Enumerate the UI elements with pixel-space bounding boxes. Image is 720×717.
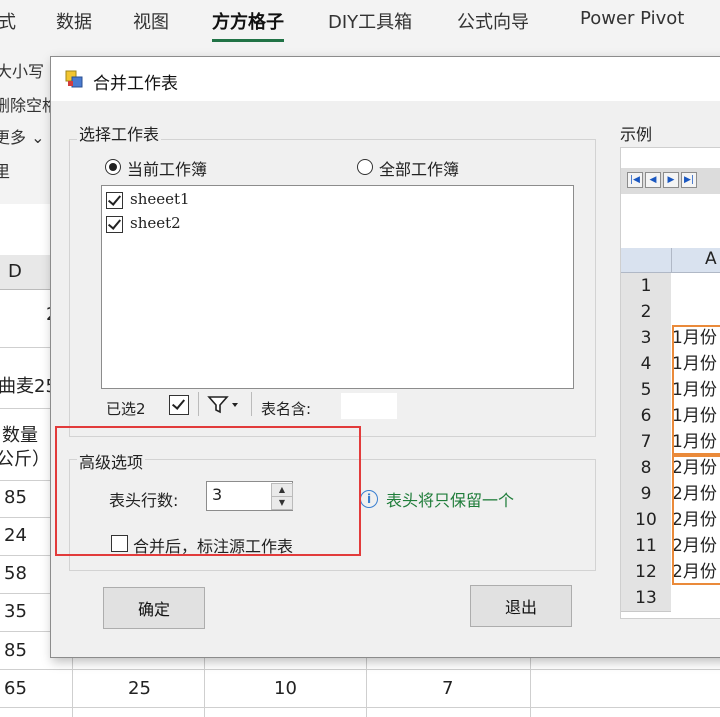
grid-line [0, 669, 720, 670]
ok-button[interactable]: 确定 [103, 587, 205, 629]
grid-line [366, 657, 367, 717]
sheet-name: sheet2 [130, 214, 181, 232]
grid-line [530, 657, 531, 717]
radio-current-workbook[interactable] [105, 159, 121, 175]
grid-line [0, 631, 50, 632]
sheet-cell-text: 数量 [2, 425, 38, 446]
grid-line [0, 347, 50, 348]
sheet1-checkbox[interactable] [106, 192, 123, 209]
first-sheet-icon[interactable]: |◀ [627, 172, 643, 188]
preview-row-number: 9 [621, 481, 671, 508]
tab-formulas[interactable]: 式 [0, 8, 16, 34]
preview-row-number: 12 [621, 559, 671, 586]
sheet-listbox[interactable]: sheeet1 sheet2 [101, 185, 574, 389]
grid-line [72, 657, 73, 717]
tab-view[interactable]: 视图 [133, 8, 169, 34]
preview-cell [672, 585, 720, 611]
tab-diy-toolbox[interactable]: DIY工具箱 [328, 8, 412, 34]
sheet-cell[interactable]: 65 [4, 678, 27, 699]
preview-cell [672, 273, 720, 299]
info-icon: i [360, 490, 378, 508]
prev-sheet-icon[interactable]: ◀ [645, 172, 661, 188]
sheet-name: sheeet1 [130, 190, 190, 208]
toolbar-divider [198, 392, 199, 416]
selected-count: 已选2 [106, 400, 146, 418]
tab-formula-wizard[interactable]: 公式向导 [457, 8, 529, 34]
column-letter: D [8, 261, 22, 282]
header-info-text: 表头将只保留一个 [386, 491, 515, 510]
grid-line [0, 555, 50, 556]
sheet-cell[interactable]: 25 [128, 678, 151, 699]
sheet-cell[interactable]: 35 [4, 601, 27, 622]
sheet-cell-text: 公斤） [0, 449, 50, 470]
next-sheet-icon[interactable]: ▶ [663, 172, 679, 188]
radio-all-workbooks-label[interactable]: 全部工作簿 [379, 156, 459, 180]
preview-row-number: 1 [621, 273, 671, 300]
preview-cell [672, 299, 720, 325]
select-sheets-label: 选择工作表 [77, 121, 162, 145]
last-sheet-icon[interactable]: ▶| [681, 172, 697, 188]
sheet-cell[interactable]: 85 [4, 487, 27, 508]
highlight-box [55, 426, 361, 556]
tab-data[interactable]: 数据 [56, 8, 92, 34]
preview-row-number: 10 [621, 507, 671, 534]
grid-line [204, 657, 205, 717]
ribbon-tab-bar: 式 数据 视图 方方格子 DIY工具箱 公式向导 Power Pivot [0, 0, 720, 45]
tab-fangfang-gezi[interactable]: 方方格子 [212, 8, 284, 42]
example-label: 示例 [618, 121, 655, 145]
dialog-titlebar[interactable]: 合并工作表 [51, 57, 720, 101]
sheet-cell[interactable]: 24 [4, 525, 27, 546]
preview-row-number: 4 [621, 351, 671, 378]
preview-column-header: A [621, 248, 720, 273]
filter-icon[interactable] [207, 394, 241, 414]
sheet-tab-bar: |◀ ◀ ▶ ▶| [621, 168, 720, 194]
preview-row-number: 6 [621, 403, 671, 430]
preview-row-number: 11 [621, 533, 671, 560]
exit-button[interactable]: 退出 [470, 585, 572, 627]
grid-line [0, 707, 720, 708]
preview-row-number: 3 [621, 325, 671, 352]
ribbon-item-misc[interactable]: 里 [0, 158, 10, 182]
select-all-checkbox-icon[interactable] [169, 395, 189, 415]
preview-row-number: 13 [621, 585, 671, 612]
preview-row-number: 5 [621, 377, 671, 404]
ribbon-item-more[interactable]: 更多 ⌄ [0, 124, 45, 148]
sheet-cell[interactable]: 7 [442, 678, 453, 699]
grid-line [0, 480, 50, 481]
grid-line [0, 517, 50, 518]
preview-row-number: 8 [621, 455, 671, 482]
app-icon [65, 70, 83, 88]
ribbon-item-case[interactable]: 大小写 [0, 58, 44, 82]
grid-line [0, 408, 50, 409]
sheet-cell[interactable]: 10 [274, 678, 297, 699]
preview-group-outline [672, 325, 720, 455]
preview-row-number: 2 [621, 299, 671, 326]
preview-column-letter: A [705, 249, 717, 269]
dialog-title: 合并工作表 [93, 74, 178, 94]
table-name-label: 表名含: [261, 400, 312, 418]
sheet-cell[interactable]: 85 [4, 640, 27, 661]
toolbar-divider [251, 392, 252, 416]
tab-power-pivot[interactable]: Power Pivot [580, 8, 684, 29]
preview-row-number: 7 [621, 429, 671, 456]
radio-current-workbook-label[interactable]: 当前工作簿 [127, 156, 207, 180]
sheet-cell-text: 曲麦25 [0, 376, 57, 397]
sheet2-checkbox[interactable] [106, 216, 123, 233]
sheet-cell[interactable]: 58 [4, 563, 27, 584]
grid-line [0, 593, 50, 594]
table-name-input[interactable] [341, 393, 397, 419]
example-preview: |◀ ◀ ▶ ▶| A 1 2 3 1月份 4 1月份 5 1月份 6 1月份 7 1月份 8 2月份 9 2… [620, 147, 720, 619]
preview-group-outline [672, 455, 720, 585]
radio-all-workbooks[interactable] [357, 159, 373, 175]
